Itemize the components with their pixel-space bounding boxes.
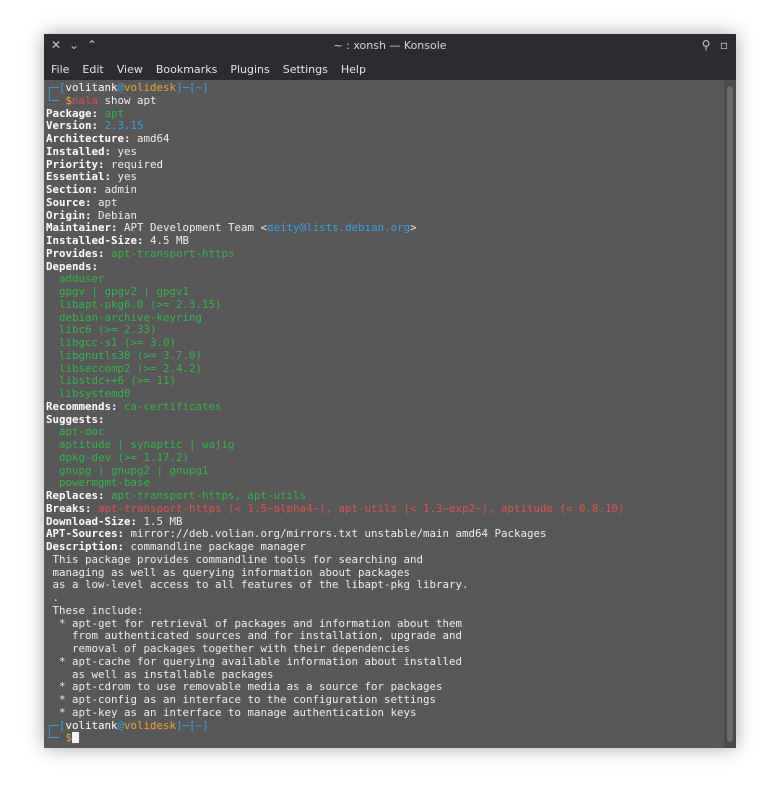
terminal-output: ┌─[volitank@volidesk]─[~] └─ $nala show …: [46, 81, 625, 745]
menu-help[interactable]: Help: [335, 63, 372, 76]
menu-file[interactable]: File: [45, 63, 75, 76]
pin-icon[interactable]: ⚲: [700, 37, 712, 53]
menu-bar: File Edit View Bookmarks Plugins Setting…: [44, 58, 736, 80]
menu-edit[interactable]: Edit: [76, 63, 109, 76]
menu-view[interactable]: View: [111, 63, 149, 76]
menu-bookmarks[interactable]: Bookmarks: [150, 63, 223, 76]
konsole-window: ✕ ⌄ ⌃ ~ : xonsh — Konsole ⚲ ▫ File Edit …: [44, 34, 736, 748]
terminal-cursor: [72, 732, 80, 744]
menu-settings[interactable]: Settings: [277, 63, 334, 76]
title-bar: ✕ ⌄ ⌃ ~ : xonsh — Konsole ⚲ ▫: [44, 34, 736, 58]
scrollbar-thumb[interactable]: [727, 86, 733, 742]
window-title: ~ : xonsh — Konsole: [333, 39, 447, 52]
terminal-area[interactable]: ┌─[volitank@volidesk]─[~] └─ $nala show …: [44, 80, 724, 748]
terminal-scrollbar[interactable]: [724, 80, 736, 748]
menu-plugins[interactable]: Plugins: [224, 63, 275, 76]
window-menu-icon[interactable]: ▫: [718, 37, 730, 53]
